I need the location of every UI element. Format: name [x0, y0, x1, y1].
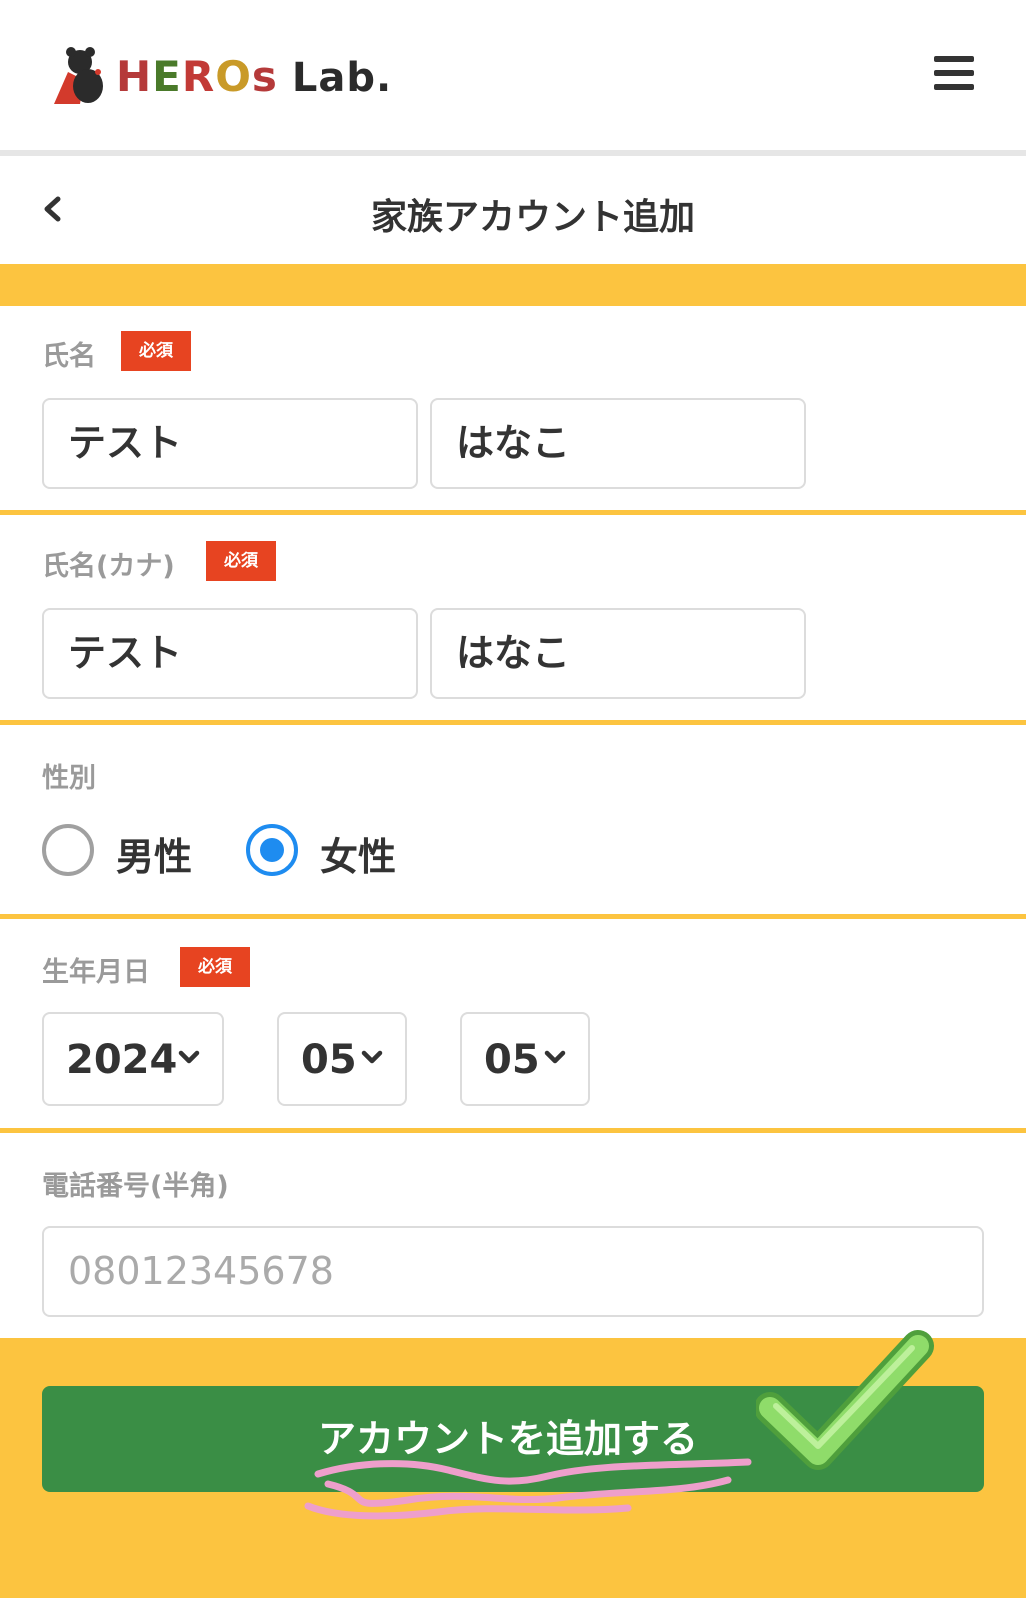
- birth-year-value: 2024: [66, 1037, 178, 1083]
- section-band: [0, 264, 1026, 306]
- name-label: 氏名: [42, 341, 96, 372]
- birthdate-label: 生年月日: [42, 957, 150, 988]
- bear-mascot-icon: [54, 47, 103, 104]
- brand-logo[interactable]: H E R O s Lab.: [50, 46, 392, 108]
- birth-month-value: 05: [301, 1037, 357, 1083]
- page-title: 家族アカウント追加: [370, 197, 695, 238]
- brand-wordmark: H E R O s Lab.: [116, 52, 393, 101]
- section-divider: [0, 914, 1026, 919]
- birth-day-select[interactable]: 05: [460, 1012, 590, 1106]
- brand-letter: R: [181, 52, 216, 101]
- gender-female-label[interactable]: 女性: [320, 826, 396, 881]
- gender-male-radio[interactable]: [42, 824, 94, 876]
- app-header: H E R O s Lab.: [0, 0, 1026, 150]
- brand-letter: E: [152, 52, 182, 101]
- gender-label: 性別: [42, 763, 96, 794]
- birth-month-select[interactable]: 05: [277, 1012, 407, 1106]
- chevron-down-icon: [361, 1050, 383, 1064]
- name-kana-label: 氏名(カナ): [42, 551, 175, 582]
- section-divider: [0, 720, 1026, 725]
- chevron-down-icon: [544, 1050, 566, 1064]
- birth-day-value: 05: [484, 1037, 540, 1083]
- gender-female-radio[interactable]: [246, 824, 298, 876]
- pink-underline-scribble: [304, 1458, 752, 1520]
- hamburger-menu-icon[interactable]: [934, 56, 974, 90]
- last-name-input[interactable]: テスト: [42, 398, 418, 489]
- title-bar: 家族アカウント追加: [0, 156, 1026, 264]
- brand-letter: s: [251, 52, 278, 101]
- required-badge: 必須: [121, 331, 191, 371]
- section-divider: [0, 1128, 1026, 1133]
- phone-label: 電話番号(半角): [42, 1171, 229, 1202]
- chevron-down-icon: [178, 1050, 200, 1064]
- section-divider: [0, 510, 1026, 515]
- brand-letter: O: [215, 52, 252, 101]
- required-badge: 必須: [180, 947, 250, 987]
- first-name-kana-input[interactable]: はなこ: [430, 608, 806, 699]
- required-badge: 必須: [206, 541, 276, 581]
- birth-year-select[interactable]: 2024: [42, 1012, 224, 1106]
- gender-male-label[interactable]: 男性: [116, 826, 192, 881]
- phone-input[interactable]: 08012345678: [42, 1226, 984, 1317]
- last-name-kana-input[interactable]: テスト: [42, 608, 418, 699]
- brand-letter: H: [116, 52, 153, 101]
- first-name-input[interactable]: はなこ: [430, 398, 806, 489]
- brand-suffix: Lab.: [291, 55, 393, 101]
- green-check-icon: [756, 1330, 934, 1470]
